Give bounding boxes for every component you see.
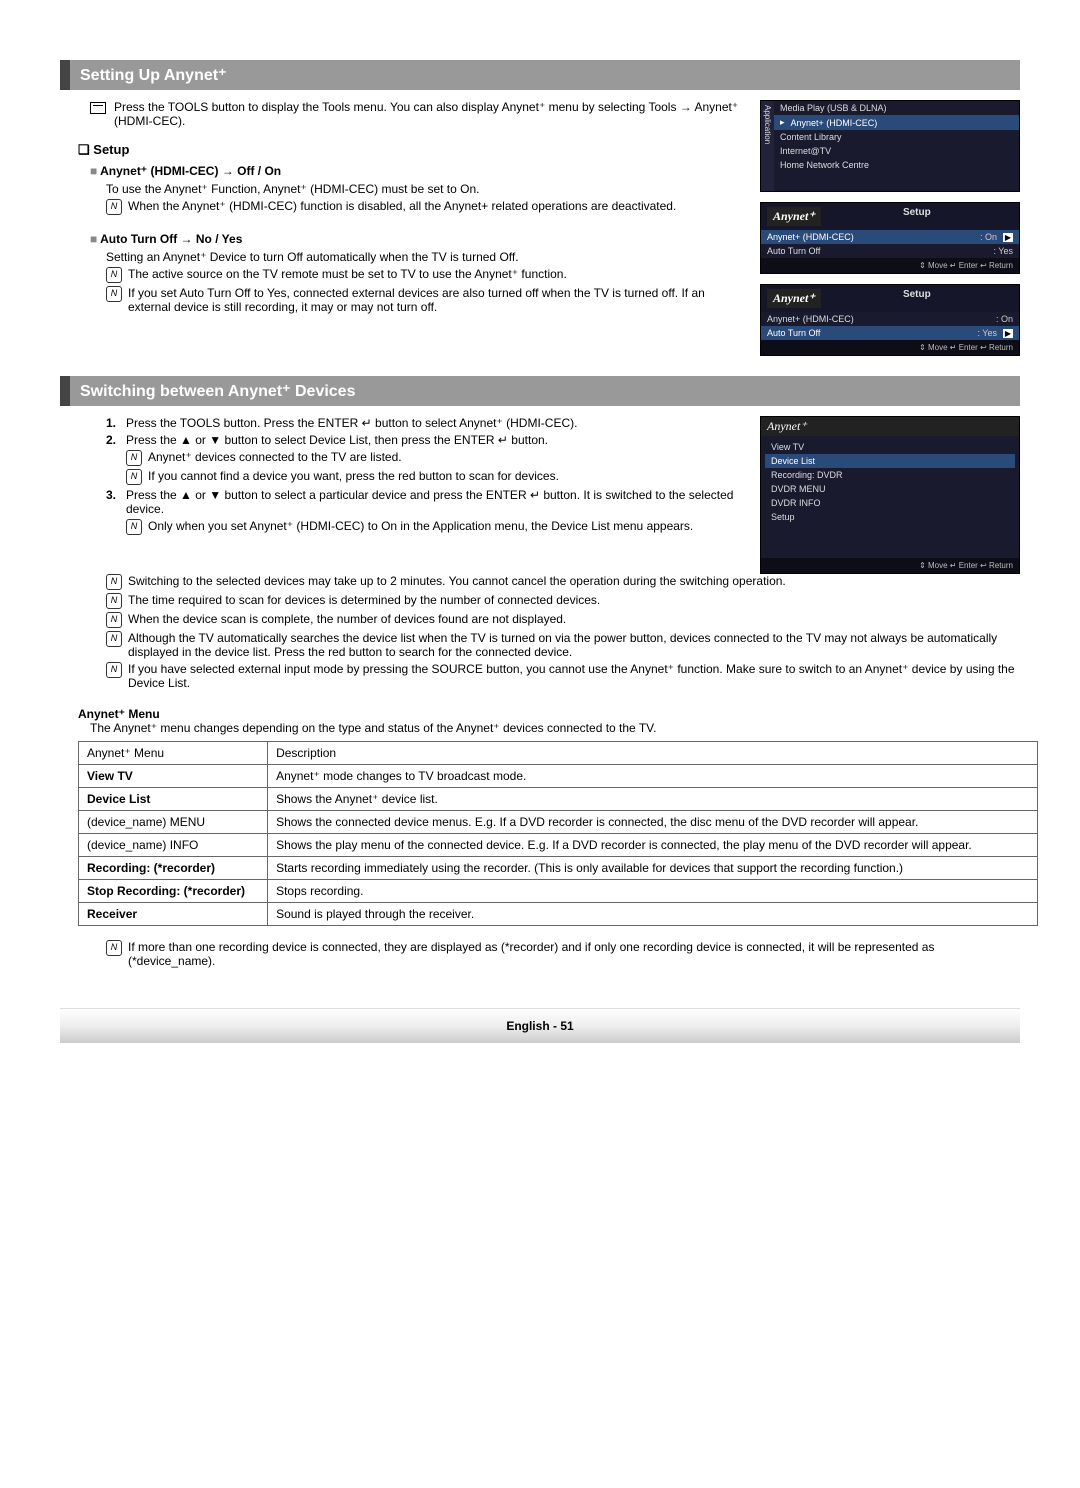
note-icon: N (106, 662, 122, 678)
row-value: : On (996, 314, 1013, 324)
row-label: Auto Turn Off (767, 246, 820, 256)
intro-text: Press the TOOLS button to display the To… (114, 100, 745, 128)
row: Auto Turn Off : Yes (761, 244, 1019, 258)
table-header: Anynet⁺ Menu (79, 742, 268, 765)
note-text: When the device scan is complete, the nu… (128, 612, 566, 628)
table-cell: Recording: (*recorder) (79, 857, 268, 880)
row-value: : Yes (977, 328, 997, 338)
note-text: If you cannot find a device you want, pr… (148, 469, 559, 485)
footer-hints: ⇕ Move ↵ Enter ↩ Return (761, 258, 1019, 273)
row-selected: Anynet+ (HDMI-CEC) : On ▶ (761, 230, 1019, 244)
page-footer: English - 51 (60, 1008, 1020, 1043)
setting-anynet-cec: Anynet⁺ (HDMI-CEC) → Off / On (90, 164, 281, 178)
screenshot-setup-auto: Anynet⁺ Setup Anynet+ (HDMI-CEC) : On Auto… (760, 284, 1020, 356)
note-text: The time required to scan for devices is… (128, 593, 600, 609)
note-icon: N (106, 940, 122, 956)
note-icon: N (106, 574, 122, 590)
section-heading: Setting Up Anynet⁺ (60, 60, 1020, 90)
table-cell: Stops recording. (268, 880, 1038, 903)
menu-item: Content Library (774, 130, 1019, 144)
step-text: Press the ▲ or ▼ button to select a part… (126, 488, 745, 516)
table-cell: Shows the play menu of the connected dev… (268, 834, 1038, 857)
menu-item-selected: ▸ Anynet+ (HDMI-CEC) (774, 115, 1019, 130)
footer-hints: ⇕ Move ↵ Enter ↩ Return (761, 558, 1019, 573)
row-label: Auto Turn Off (767, 328, 820, 338)
note-text: When the Anynet⁺ (HDMI-CEC) function is … (128, 199, 676, 215)
step-text: Press the TOOLS button. Press the ENTER … (126, 416, 577, 430)
note-text: Only when you set Anynet⁺ (HDMI-CEC) to … (148, 519, 693, 535)
row-selected: Auto Turn Off : Yes ▶ (761, 326, 1019, 340)
table-cell: Receiver (79, 903, 268, 926)
row-value: : On (980, 232, 997, 242)
note-text: Switching to the selected devices may ta… (128, 574, 786, 590)
screenshot-application-menu: Application Media Play (USB & DLNA) ▸ An… (760, 100, 1020, 192)
menu-item: Media Play (USB & DLNA) (774, 101, 1019, 115)
table-header: Description (268, 742, 1038, 765)
brand-label: Anynet⁺ (767, 289, 821, 308)
note-text: The active source on the TV remote must … (128, 267, 567, 283)
footer-hints: ⇕ Move ↵ Enter ↩ Return (761, 340, 1019, 355)
table-cell: Device List (79, 788, 268, 811)
setting-auto-turn-off: Auto Turn Off → No / Yes (90, 232, 242, 246)
table-cell: Starts recording immediately using the r… (268, 857, 1038, 880)
list-item: View TV (765, 440, 1015, 454)
brand-label: Anynet⁺ (761, 417, 1019, 436)
brand-label: Anynet⁺ (767, 207, 821, 226)
table-cell: Shows the Anynet⁺ device list. (268, 788, 1038, 811)
table-cell: Shows the connected device menus. E.g. I… (268, 811, 1038, 834)
list-item: DVDR MENU (765, 482, 1015, 496)
screenshot-title: Setup (903, 207, 931, 226)
note-icon: N (106, 612, 122, 628)
tools-icon (90, 102, 106, 114)
table-cell: Stop Recording: (*recorder) (79, 880, 268, 903)
anynet-menu-table: Anynet⁺ MenuDescription View TVAnynet⁺ m… (78, 741, 1038, 926)
table-cell: Anynet⁺ mode changes to TV broadcast mod… (268, 765, 1038, 788)
note-icon: N (106, 267, 122, 283)
note-text: If more than one recording device is con… (128, 940, 1020, 968)
table-cell: View TV (79, 765, 268, 788)
screenshot-title: Setup (903, 289, 931, 308)
note-icon: N (106, 631, 122, 647)
row-label: Anynet+ (HDMI-CEC) (767, 314, 854, 324)
menu-item: Internet@TV (774, 144, 1019, 158)
table-cell: (device_name) MENU (79, 811, 268, 834)
chevron-right-icon: ▶ (1003, 329, 1013, 338)
screenshot-setup-cec: Anynet⁺ Setup Anynet+ (HDMI-CEC) : On ▶ Aut… (760, 202, 1020, 274)
body-text: To use the Anynet⁺ Function, Anynet⁺ (HD… (106, 182, 745, 196)
note-text: If you have selected external input mode… (128, 662, 1020, 690)
note-icon: N (126, 469, 142, 485)
list-item: DVDR INFO (765, 496, 1015, 510)
menu-item: Home Network Centre (774, 158, 1019, 172)
menu-intro: The Anynet⁺ menu changes depending on th… (90, 721, 1020, 735)
step-text: Press the ▲ or ▼ button to select Device… (126, 433, 548, 447)
row: Anynet+ (HDMI-CEC) : On (761, 312, 1019, 326)
note-icon: N (106, 593, 122, 609)
setup-subheading: Setup (78, 142, 745, 158)
anynet-menu-heading: Anynet⁺ Menu (78, 707, 1020, 721)
list-item: Recording: DVDR (765, 468, 1015, 482)
section-heading: Switching between Anynet⁺ Devices (60, 376, 1020, 406)
list-item: Setup (765, 510, 1015, 524)
row-value: : Yes (993, 246, 1013, 256)
table-cell: Sound is played through the receiver. (268, 903, 1038, 926)
side-tab: Application (761, 101, 774, 191)
menu-item-label: Anynet+ (HDMI-CEC) (791, 118, 878, 128)
list-item-selected: Device List (765, 454, 1015, 468)
chevron-right-icon: ▶ (1003, 233, 1013, 242)
row-label: Anynet+ (HDMI-CEC) (767, 232, 854, 242)
table-cell: (device_name) INFO (79, 834, 268, 857)
note-icon: N (126, 519, 142, 535)
note-text: If you set Auto Turn Off to Yes, connect… (128, 286, 745, 314)
note-text: Although the TV automatically searches t… (128, 631, 1020, 659)
note-icon: N (126, 450, 142, 466)
screenshot-device-list: Anynet⁺ View TV Device List Recording: D… (760, 416, 1020, 574)
body-text: Setting an Anynet⁺ Device to turn Off au… (106, 250, 745, 264)
note-icon: N (106, 286, 122, 302)
note-text: Anynet⁺ devices connected to the TV are … (148, 450, 402, 466)
note-icon: N (106, 199, 122, 215)
